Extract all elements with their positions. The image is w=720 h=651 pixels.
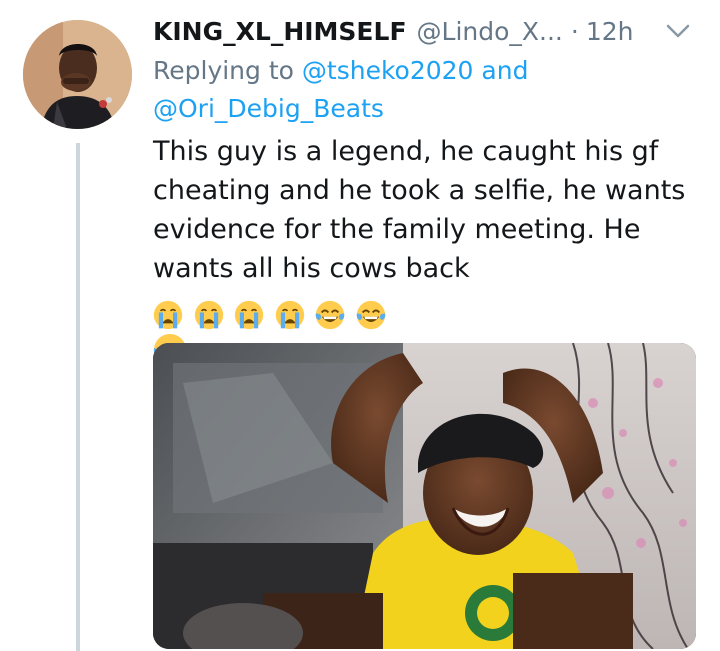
tweet-text: This guy is a legend, he caught his gf c… bbox=[153, 132, 698, 372]
crying-face-icon bbox=[153, 300, 183, 329]
tweet-container: KING_XL_HIMSELF @Lindo_X... · 12h Replyi… bbox=[0, 0, 720, 651]
tweet-body: This guy is a legend, he caught his gf c… bbox=[153, 136, 686, 284]
emoji-row bbox=[153, 294, 388, 333]
avatar[interactable] bbox=[23, 20, 132, 129]
tweet-media-image[interactable] bbox=[153, 343, 696, 649]
timestamp[interactable]: 12h bbox=[586, 17, 634, 46]
tweet-header: KING_XL_HIMSELF @Lindo_X... · 12h bbox=[153, 10, 698, 52]
reply-mention-link[interactable]: @Ori_Debig_Beats bbox=[153, 94, 384, 123]
thread-line bbox=[76, 143, 80, 651]
tears-of-joy-icon bbox=[356, 300, 386, 329]
reply-joiner: and bbox=[481, 56, 529, 85]
crying-face-icon bbox=[194, 300, 223, 329]
reply-mention-link[interactable]: @tsheko2020 bbox=[302, 56, 474, 85]
user-handle[interactable]: @Lindo_X... bbox=[417, 17, 563, 46]
tears-of-joy-icon bbox=[316, 300, 345, 329]
avatar-photo bbox=[23, 20, 132, 129]
display-name[interactable]: KING_XL_HIMSELF bbox=[153, 17, 407, 46]
crying-face-icon bbox=[275, 300, 304, 329]
chevron-down-icon[interactable] bbox=[666, 23, 690, 39]
replying-to: Replying to @tsheko2020 and @Ori_Debig_B… bbox=[153, 52, 698, 128]
separator-dot: · bbox=[570, 16, 579, 46]
crying-face-icon bbox=[235, 300, 264, 329]
replying-label: Replying to bbox=[153, 56, 294, 85]
selfie-photo bbox=[153, 343, 696, 649]
